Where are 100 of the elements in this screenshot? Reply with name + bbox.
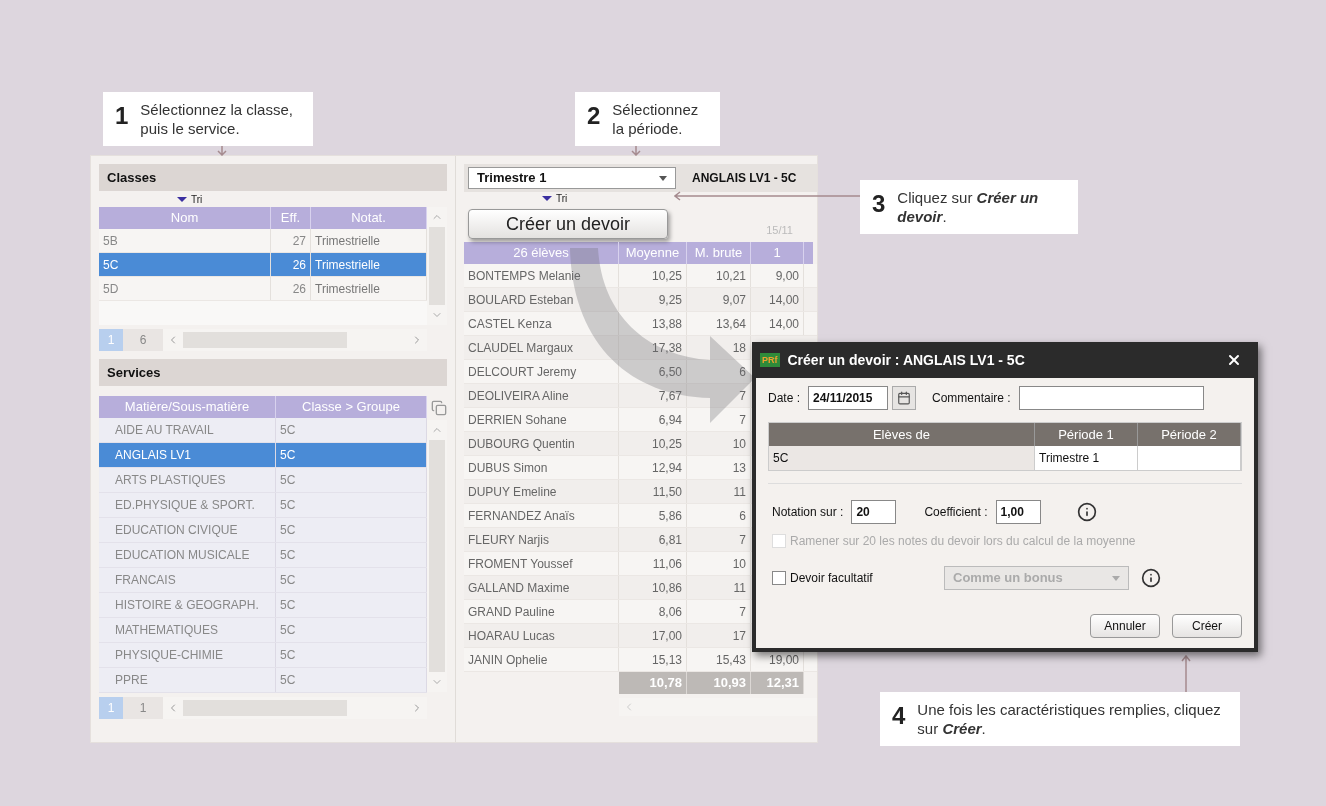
table-cell: HISTOIRE & GEOGRAPH. [99,593,276,617]
table-cell: 5C [99,253,271,276]
table-cell: 6,81 [619,528,687,551]
table-cell: 7,67 [619,384,687,407]
table-cell: 13 [687,456,751,479]
table-row[interactable]: FRANCAIS 5C [99,568,427,593]
table-cell: DELCOURT Jeremy [464,360,619,383]
table-cell: BOULARD Esteban [464,288,619,311]
date-field[interactable]: 24/11/2015 [808,386,888,410]
step-number: 2 [587,101,601,131]
table-cell: 15,43 [687,648,751,671]
table-cell: 5C [769,446,1035,470]
field-label: Coefficient : [924,504,988,521]
table-row[interactable]: EDUCATION CIVIQUE 5C [99,518,427,543]
total-cell: 10,78 [619,672,687,694]
checkbox-label: Ramener sur 20 les notes du devoir lors du calcul de la moyenne [790,533,1136,550]
table-cell: 26 [271,277,311,300]
table-cell: 14,00 [751,312,804,335]
page-number[interactable]: 1 [99,329,123,351]
table-cell: 7 [687,384,751,407]
table-cell: DERRIEN Sohane [464,408,619,431]
table-cell: DUBUS Simon [464,456,619,479]
leader-line [1181,655,1191,692]
table-row[interactable]: MATHEMATIQUES 5C [99,618,427,643]
table-row[interactable]: PPRE 5C [99,668,427,693]
table-cell: 13,64 [687,312,751,335]
period-dropdown[interactable]: Trimestre 1 [468,167,676,189]
table-row[interactable]: EDUCATION MUSICALE 5C [99,543,427,568]
table-cell: FERNANDEZ Anaïs [464,504,619,527]
table-cell: BONTEMPS Melanie [464,264,619,287]
field-label: Commentaire : [932,390,1011,407]
table-row[interactable]: HISTOIRE & GEOGRAPH. 5C [99,593,427,618]
info-icon[interactable] [1141,568,1161,588]
table-cell: JANIN Ophelie [464,648,619,671]
dialog-title: Créer un devoir : ANGLAIS LV1 - 5C [787,350,1026,370]
page-count: 1 [123,697,163,719]
comment-field[interactable] [1018,386,1204,410]
service-title: ANGLAIS LV1 - 5C [692,170,797,187]
table-cell: 7 [687,600,751,623]
sort-arrow-icon [542,196,552,201]
table-row[interactable]: ARTS PLASTIQUES 5C [99,468,427,493]
table-cell: MATHEMATIQUES [99,618,276,642]
sort-label[interactable]: Tri [542,191,568,206]
table-cell: 9,00 [751,264,804,287]
leader-line [217,144,227,156]
table-row[interactable]: ED.PHYSIQUE & SPORT. 5C [99,493,427,518]
table-cell: CLAUDEL Margaux [464,336,619,359]
table-cell: 5,86 [619,504,687,527]
table-row[interactable]: AIDE AU TRAVAIL 5C [99,418,427,443]
table-cell: 11,50 [619,480,687,503]
table-cell: 17,00 [619,624,687,647]
table-cell: HOARAU Lucas [464,624,619,647]
table-cell: 12,94 [619,456,687,479]
sort-label[interactable]: Tri [177,192,203,207]
table-cell: 6 [687,360,751,383]
step-number: 3 [872,189,886,219]
dropdown-caret-icon [1112,575,1120,581]
copy-icon[interactable] [431,400,447,416]
create-assignment-button[interactable]: Créer un devoir [468,209,668,239]
callout-text: Une fois les caractéristiques remplies, cliquez sur Créer. [917,700,1222,738]
table-cell: 9,25 [619,288,687,311]
step-number: 1 [115,101,129,131]
table-cell: 14,00 [751,288,804,311]
table-row[interactable]: 5D 26 Trimestrielle [99,277,427,301]
calendar-button[interactable] [892,386,916,410]
table-cell: 5D [99,277,271,300]
table-row[interactable]: 5B 27 Trimestrielle [99,229,427,253]
callout-text: Sélectionnez la période. [612,100,700,138]
table-cell: 10 [687,432,751,455]
table-cell: PHYSIQUE-CHIMIE [99,643,276,667]
table-cell: ANGLAIS LV1 [99,443,276,467]
close-icon[interactable] [1226,352,1242,368]
table-cell: DEOLIVEIRA Aline [464,384,619,407]
dialog-button[interactable]: Annuler [1090,614,1160,638]
table-row[interactable]: PHYSIQUE-CHIMIE 5C [99,643,427,668]
table-cell: 26 [271,253,311,276]
checkbox-label: Devoir facultatif [790,570,874,587]
coefficient-field[interactable]: 1,00 [995,500,1041,524]
table-cell: FRANCAIS [99,568,276,592]
field-label: Date : [768,390,800,407]
table-cell: 6 [687,504,751,527]
calendar-icon [897,391,911,405]
table-cell: 7 [687,408,751,431]
sort-arrow-icon [177,197,187,202]
table-cell: 10 [687,552,751,575]
checkbox[interactable] [772,571,786,585]
page-number[interactable]: 1 [99,697,123,719]
page-count: 6 [123,329,163,351]
table-cell: DUPUY Emeline [464,480,619,503]
table-row[interactable]: 5C 26 Trimestrielle [99,253,427,277]
info-icon[interactable] [1076,502,1097,522]
dialog-button[interactable]: Créer [1172,614,1242,638]
table-cell: DUBOURG Quentin [464,432,619,455]
app-logo: PRf [760,353,780,367]
notation-field[interactable]: 20 [851,500,897,524]
table-cell: 18 [687,336,751,359]
table-cell: 8,06 [619,600,687,623]
table-cell: 6,94 [619,408,687,431]
table-row[interactable]: ANGLAIS LV1 5C [99,443,427,468]
table-cell: 9,07 [687,288,751,311]
